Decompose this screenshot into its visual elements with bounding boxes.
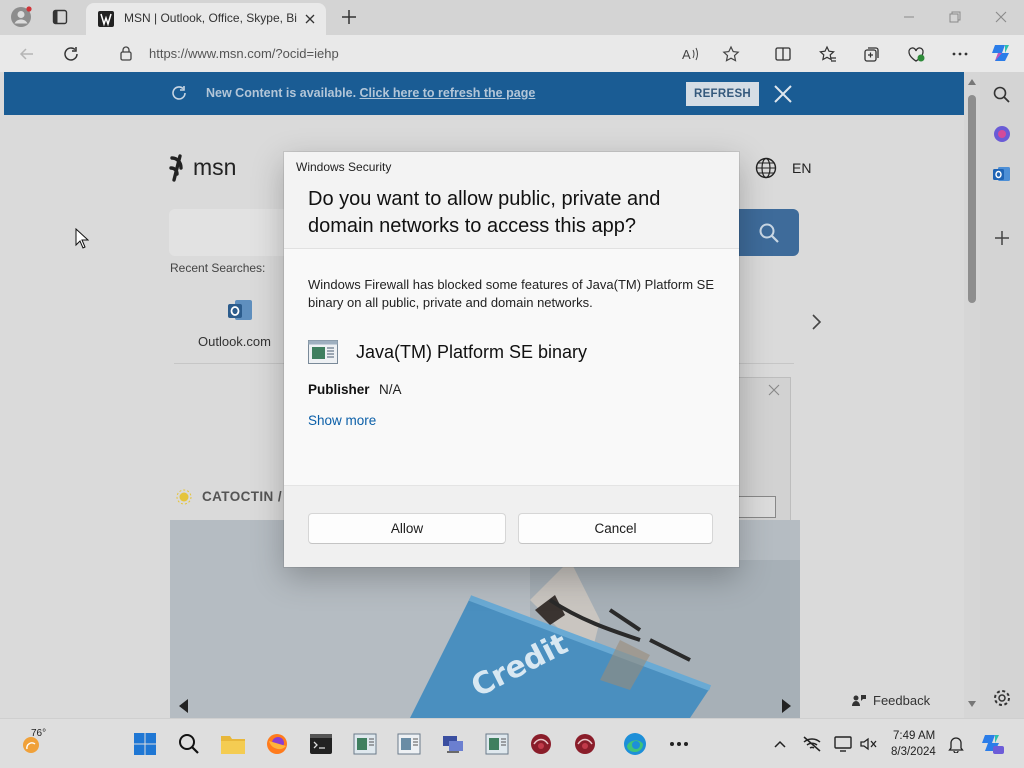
banner-text: New Content is available.	[206, 86, 357, 100]
edge-sidebar	[980, 72, 1024, 718]
refresh-circle-icon	[170, 84, 188, 102]
recent-searches-label: Recent Searches:	[170, 261, 266, 275]
firefox-icon[interactable]	[259, 726, 295, 762]
sidebar-settings-gear-icon[interactable]	[992, 688, 1012, 708]
new-content-banner: New Content is available. Click here to …	[4, 72, 964, 115]
split-screen-icon[interactable]	[770, 41, 796, 67]
application-icon	[308, 340, 338, 364]
dialog-heading: Do you want to allow public, private and…	[308, 188, 661, 237]
application-name: Java(TM) Platform SE binary	[356, 342, 588, 362]
globe-icon[interactable]	[755, 157, 777, 179]
new-tab-icon[interactable]	[339, 7, 359, 27]
scroll-up-arrow-icon[interactable]	[967, 78, 977, 86]
ruby-app-icon-2[interactable]	[567, 726, 603, 762]
cancel-button[interactable]: Cancel	[518, 513, 713, 544]
publisher-value: N/A	[379, 382, 402, 397]
close-window-button[interactable]	[978, 0, 1024, 34]
hero-prev-arrow-icon[interactable]	[174, 696, 194, 716]
file-explorer-icon[interactable]	[215, 726, 251, 762]
msn-logo-text: msn	[193, 154, 237, 180]
scroll-thumb[interactable]	[968, 95, 976, 303]
outlook-shortcut[interactable]: Outlook.com	[190, 292, 290, 352]
scroll-down-arrow-icon[interactable]	[967, 700, 977, 708]
sidebar-search-icon[interactable]	[992, 85, 1012, 105]
sidebar-outlook-icon[interactable]	[992, 164, 1012, 184]
collections-icon[interactable]	[859, 41, 885, 67]
notification-bell-icon[interactable]	[938, 726, 974, 762]
favorites-icon[interactable]	[815, 41, 841, 67]
favorite-star-icon[interactable]	[718, 41, 744, 67]
outlook-icon	[226, 296, 254, 324]
java-app-taskbar-icon-3[interactable]	[479, 726, 515, 762]
windows-taskbar: 76° 7:49 AM 8/3/2024	[0, 718, 1024, 768]
ruby-app-icon[interactable]	[523, 726, 559, 762]
weather-temperature: 76°	[31, 728, 47, 739]
svg-text:A: A	[682, 47, 691, 62]
search-icon	[759, 223, 779, 243]
tab-title: MSN | Outlook, Office, Skype, Bi	[124, 11, 297, 25]
java-app-taskbar-icon-2[interactable]	[391, 726, 427, 762]
clock-date[interactable]: 8/3/2024	[891, 746, 936, 758]
more-options-icon[interactable]	[947, 41, 973, 67]
tab-close-icon[interactable]	[301, 10, 319, 28]
sidebar-add-icon[interactable]	[992, 228, 1012, 248]
weather-location[interactable]: CATOCTIN /	[202, 489, 282, 504]
close-banner-icon[interactable]	[772, 83, 794, 105]
dialog-footer: Allow Cancel	[284, 485, 739, 567]
language-selector[interactable]: EN	[792, 160, 811, 176]
browser-toolbar: https://www.msn.com/?ocid=iehp A	[0, 35, 1024, 72]
background-popup-close-icon	[768, 384, 780, 396]
terminal-icon[interactable]	[303, 726, 339, 762]
sun-icon	[176, 489, 192, 505]
dialog-caption: Windows Security	[296, 160, 392, 174]
outlook-label: Outlook.com	[198, 334, 271, 349]
dialog-message: Windows Firewall has blocked some featur…	[308, 277, 715, 310]
show-more-link[interactable]: Show more	[308, 413, 376, 428]
msn-favicon-icon	[98, 11, 114, 27]
msn-logo-icon	[168, 152, 192, 182]
profile-avatar-icon[interactable]	[10, 6, 32, 28]
browser-titlebar: MSN | Outlook, Office, Skype, Bi	[0, 0, 1024, 35]
banner-message: New Content is available. Click here to …	[206, 86, 535, 100]
read-aloud-icon[interactable]: A	[678, 41, 704, 67]
back-arrow-icon[interactable]	[14, 41, 40, 67]
java-app-taskbar-icon[interactable]	[347, 726, 383, 762]
windows-security-dialog: Windows Security Do you want to allow pu…	[284, 152, 739, 567]
search-button[interactable]	[739, 209, 799, 256]
remote-desktop-icon[interactable]	[435, 726, 471, 762]
minimize-button[interactable]	[886, 0, 932, 34]
refresh-page-link[interactable]: Click here to refresh the page	[360, 86, 536, 100]
sidebar-copilot-icon[interactable]	[992, 124, 1012, 144]
feedback-button[interactable]: Feedback	[873, 693, 930, 708]
recent-next-chevron-icon[interactable]	[808, 312, 824, 332]
dialog-header: Windows Security Do you want to allow pu…	[284, 152, 739, 249]
mouse-cursor-icon	[75, 228, 89, 250]
browser-essentials-icon[interactable]	[903, 41, 929, 67]
background-popup-button	[736, 496, 776, 518]
address-bar-input[interactable]: https://www.msn.com/?ocid=iehp	[149, 46, 339, 61]
system-tray-chevron-icon[interactable]	[762, 726, 798, 762]
browser-tab[interactable]: MSN | Outlook, Office, Skype, Bi	[86, 3, 326, 35]
volume-muted-icon[interactable]	[853, 726, 883, 762]
taskbar-search-icon[interactable]	[171, 726, 207, 762]
copilot-taskbar-icon[interactable]	[974, 726, 1010, 762]
lock-icon[interactable]	[118, 45, 134, 61]
start-windows-icon[interactable]	[127, 726, 163, 762]
hero-next-arrow-icon[interactable]	[776, 696, 796, 716]
restore-button[interactable]	[932, 0, 978, 34]
refresh-button[interactable]: REFRESH	[686, 82, 759, 106]
allow-button[interactable]: Allow	[308, 513, 506, 544]
background-popup	[736, 377, 791, 527]
clock-time[interactable]: 7:49 AM	[893, 730, 935, 742]
copilot-icon[interactable]	[988, 39, 1016, 67]
edge-browser-icon[interactable]	[617, 726, 653, 762]
tab-actions-icon[interactable]	[51, 8, 69, 26]
publisher-label: Publisher	[308, 382, 370, 397]
feedback-icon[interactable]	[850, 692, 868, 710]
refresh-icon[interactable]	[58, 41, 84, 67]
more-apps-icon[interactable]	[661, 726, 697, 762]
